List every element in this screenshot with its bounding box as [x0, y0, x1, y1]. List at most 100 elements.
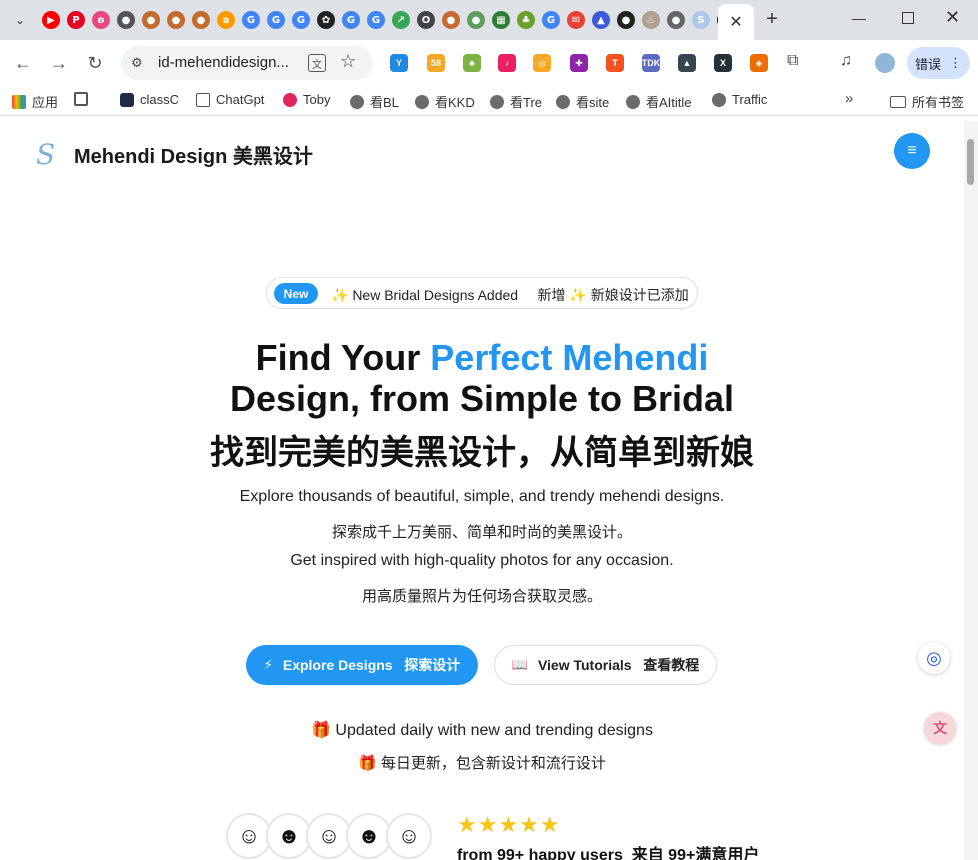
- brand-title[interactable]: Mehendi Design 美黑设计: [74, 140, 313, 169]
- bookmark-label: Toby: [303, 92, 331, 107]
- forward-icon[interactable]: →: [48, 52, 70, 74]
- folder-icon: [196, 92, 210, 107]
- tab-favicon-icon[interactable]: ▦: [492, 11, 510, 29]
- bookmark-star-icon[interactable]: ☆: [340, 51, 356, 72]
- updates-line-1: 🎁 Updated daily with new and trending de…: [311, 722, 653, 739]
- tab-favicon-icon[interactable]: ●: [167, 11, 185, 29]
- hero-title-line-1: Find Your Perfect Mehendi: [0, 337, 964, 379]
- extension-icon[interactable]: T: [606, 54, 624, 72]
- bookmark-item[interactable]: [74, 92, 94, 106]
- close-window-button[interactable]: ✕: [945, 7, 960, 28]
- tab-favicon-icon[interactable]: P: [67, 11, 85, 29]
- extension-icon[interactable]: X: [714, 54, 732, 72]
- media-control-icon[interactable]: ♫: [840, 52, 852, 70]
- site-info-icon[interactable]: ⚙: [131, 55, 143, 71]
- bookmark-label: 看KKD: [435, 95, 475, 110]
- extensions-menu-icon[interactable]: ⧉: [787, 52, 798, 70]
- hero-title-plain: Find Your: [255, 337, 431, 378]
- tab-favicon-icon[interactable]: ●: [617, 11, 635, 29]
- bookmark-label: Traffic: [732, 92, 768, 107]
- globe-icon: [415, 94, 429, 109]
- logo-icon[interactable]: S: [36, 138, 55, 171]
- all-bookmarks-label: 所有书签: [912, 95, 965, 110]
- user-avatar: ☺: [386, 813, 432, 859]
- tab-favicon-icon[interactable]: G: [242, 11, 260, 29]
- bookmark-item[interactable]: classC: [120, 92, 179, 107]
- maximize-button[interactable]: [902, 12, 914, 24]
- bookmark-item[interactable]: 看site: [556, 92, 609, 111]
- extension-icon[interactable]: ◎: [533, 54, 551, 72]
- book-icon: 📖: [511, 657, 528, 672]
- extension-icon[interactable]: ✚: [570, 54, 588, 72]
- tab-favicon-icon[interactable]: S: [692, 11, 710, 29]
- extension-icon[interactable]: ◈: [750, 54, 768, 72]
- bookmark-item[interactable]: 看KKD: [415, 92, 475, 111]
- tab-favicon-icon[interactable]: G: [542, 11, 560, 29]
- new-tab-button[interactable]: +: [762, 8, 782, 32]
- tab-favicon-icon[interactable]: ●: [442, 11, 460, 29]
- tab-favicon-icon[interactable]: ʚ: [92, 11, 110, 29]
- bookmark-item[interactable]: 看BL: [350, 92, 399, 111]
- profile-avatar[interactable]: [875, 53, 895, 73]
- scrollbar-thumb[interactable]: [967, 139, 974, 185]
- tab-favicon-icon[interactable]: ↗: [392, 11, 410, 29]
- bookmark-item[interactable]: 看Tre: [490, 92, 542, 111]
- scrollbar[interactable]: [964, 121, 978, 860]
- bookmark-item[interactable]: ChatGpt: [196, 92, 264, 107]
- globe-icon: [626, 94, 640, 109]
- url-text[interactable]: id-mehendidesign...: [158, 54, 289, 71]
- updates-line-2: 🎁 每日更新，包含新设计和流行设计: [358, 755, 606, 772]
- reload-icon[interactable]: ↻: [84, 52, 106, 74]
- apps-icon: [12, 94, 26, 109]
- tab-favicon-icon[interactable]: ✉: [567, 11, 585, 29]
- bookmark-label: ChatGpt: [216, 92, 265, 107]
- all-bookmarks-folder[interactable]: 所有书签: [890, 92, 964, 111]
- tab-search-button[interactable]: ⌄: [10, 10, 30, 30]
- hero-title-accent: Perfect Mehendi: [430, 337, 709, 378]
- tab-favicon-icon[interactable]: ●: [667, 11, 685, 29]
- extension-icon[interactable]: ▲: [678, 54, 696, 72]
- bookmark-item[interactable]: 应用: [12, 92, 58, 111]
- hamburger-icon: ≡: [907, 142, 917, 159]
- bookmark-label: 看Tre: [510, 95, 543, 110]
- tab-favicon-icon[interactable]: ▶: [42, 11, 60, 29]
- tab-favicon-icon[interactable]: ♣: [517, 11, 535, 29]
- bookmark-item[interactable]: Traffic: [712, 92, 767, 107]
- minimize-button[interactable]: —: [852, 10, 866, 26]
- tab-favicon-icon[interactable]: O: [417, 11, 435, 29]
- menu-button[interactable]: ≡: [894, 133, 930, 169]
- translate-icon[interactable]: 文: [308, 54, 326, 72]
- extension-icon[interactable]: ♣: [463, 54, 481, 72]
- tab-favicon-icon[interactable]: ●: [467, 11, 485, 29]
- tab-favicon-icon[interactable]: ✿: [317, 11, 335, 29]
- tab-favicon-icon[interactable]: G: [292, 11, 310, 29]
- announcement-text: ✨ New Bridal Designs Added 新增 ✨ 新娘设计已添加: [331, 287, 689, 303]
- assistant-float-icon[interactable]: ◎: [918, 642, 950, 674]
- hero-title-line-3: 找到完美的美黑设计，从简单到新娘: [210, 434, 754, 472]
- translate-float-icon[interactable]: 文: [924, 712, 956, 744]
- bookmark-item[interactable]: 看AItitle: [626, 92, 692, 111]
- tab-favicon-icon[interactable]: ●: [117, 11, 135, 29]
- tab-favicon-icon[interactable]: G: [342, 11, 360, 29]
- tab-favicon-icon[interactable]: ●: [142, 11, 160, 29]
- explore-designs-button[interactable]: ⚡ Explore Designs 探索设计: [246, 645, 478, 685]
- extension-icon[interactable]: ♪: [498, 54, 516, 72]
- close-tab-icon[interactable]: ✕: [729, 12, 742, 32]
- tab-favicon-icon[interactable]: ▲: [592, 11, 610, 29]
- extension-icon[interactable]: Y: [390, 54, 408, 72]
- tab-favicon-icon[interactable]: ♨: [642, 11, 660, 29]
- more-menu-icon: ⋮: [949, 55, 962, 70]
- tab-favicon-icon[interactable]: a: [217, 11, 235, 29]
- tab-favicon-icon[interactable]: G: [367, 11, 385, 29]
- bookmark-item[interactable]: Toby: [283, 92, 330, 107]
- extension-icon[interactable]: TDK: [642, 54, 660, 72]
- back-icon[interactable]: ←: [12, 52, 34, 74]
- profile-error-button[interactable]: 错误 ⋮: [907, 47, 970, 79]
- extension-icon[interactable]: 58: [427, 54, 445, 72]
- bookmarks-overflow-icon[interactable]: »: [845, 90, 853, 107]
- tab-favicon-icon[interactable]: ●: [192, 11, 210, 29]
- view-tutorials-button[interactable]: 📖 View Tutorials 查看教程: [494, 645, 717, 685]
- tab-favicon-icon[interactable]: G: [267, 11, 285, 29]
- new-badge: New: [274, 283, 318, 304]
- active-tab[interactable]: ✕: [718, 4, 754, 40]
